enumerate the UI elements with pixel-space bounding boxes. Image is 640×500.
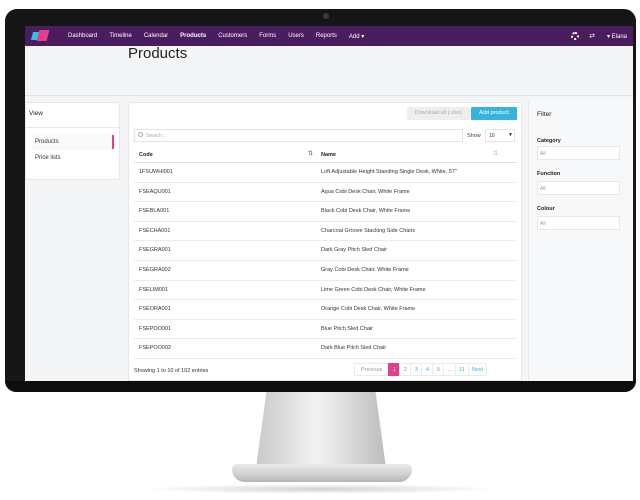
view-item-price-lists[interactable]: Price lists [35, 155, 61, 161]
table-row[interactable]: FSEORA001 Orange Cobi Desk Chair, White F… [134, 300, 517, 320]
cell-name: Gray Cobi Desk Chair, White Frame [321, 266, 409, 273]
nav-item-dashboard[interactable]: Dashboard [68, 33, 97, 40]
table-row[interactable]: FSEBLA001 Black Cobi Desk Chair, White Fr… [134, 202, 517, 222]
filter-colour-value: All [540, 221, 546, 227]
cell-code: FSEBLA001 [139, 208, 170, 215]
nav-right-tools: ⇄ ▾ Elana [571, 26, 627, 46]
search-input[interactable] [146, 130, 446, 141]
cell-name: Blue Pitch Sled Chair [321, 325, 373, 332]
table-row[interactable]: FSEAQU001 Aqua Cobi Desk Chair, White Fra… [134, 183, 517, 203]
cell-name: Loft Adjustable Height Standing Single D… [321, 169, 457, 175]
filter-label-function: Function [537, 171, 561, 177]
entries-info: Showing 1 to 10 of 102 entries [134, 368, 209, 374]
stand-shadow [140, 484, 500, 494]
cell-name: Aqua Cobi Desk Chair, White Frame [321, 188, 410, 195]
cell-code: FSEAQU001 [139, 188, 171, 195]
app-logo[interactable] [30, 29, 50, 43]
filter-label-category: Category [537, 138, 561, 144]
filter-function-value: All [540, 186, 546, 192]
view-item-products[interactable]: Products [35, 139, 59, 145]
cell-code: 1FSUWHI001 [139, 169, 173, 175]
logo-shape-pink [36, 29, 50, 41]
filter-category-value: All [540, 151, 546, 157]
cell-code: FSECHA001 [139, 227, 171, 234]
page-header [25, 46, 633, 96]
cell-name: Lime Green Cobi Desk Chair, White Frame [321, 286, 426, 293]
pagination-page[interactable]: 11 [455, 363, 469, 376]
nav-item-reports[interactable]: Reports [316, 33, 337, 40]
add-product-button[interactable]: Add product [471, 107, 517, 120]
cell-name: Dark Gray Pitch Sled Chair [321, 247, 388, 254]
nav-item-calendar[interactable]: Calendar [144, 33, 168, 40]
filter-function-select[interactable] [537, 181, 620, 195]
user-menu[interactable]: ▾ Elana [607, 33, 627, 40]
monitor-stand-base [232, 464, 412, 482]
sort-icon[interactable]: ⇅ [493, 150, 498, 157]
monitor-chin [5, 381, 636, 392]
top-navbar: Dashboard Timeline Calendar Products Cus… [25, 26, 633, 46]
nav-menu: Dashboard Timeline Calendar Products Cus… [68, 33, 376, 40]
cell-name: Charcoal Groove Stacking Side Chairs [321, 227, 416, 234]
cell-name: Dark Blue Pitch Sled Chair [321, 345, 387, 352]
filter-category-select[interactable] [537, 146, 620, 160]
table-row[interactable]: FSECHA001 Charcoal Groove Stacking Side C… [134, 222, 517, 242]
view-divider [25, 127, 120, 128]
download-all-button[interactable]: Download all (.xlsx) [407, 107, 470, 120]
column-header-name[interactable]: Name [321, 152, 336, 158]
table-row[interactable]: FSEGRA001 Dark Gray Pitch Sled Chair [134, 241, 517, 261]
nav-item-forms[interactable]: Forms [259, 33, 276, 40]
active-indicator [112, 135, 114, 149]
filter-colour-select[interactable] [537, 216, 620, 230]
cell-name: Black Cobi Desk Chair, White Frame [321, 208, 411, 215]
nav-item-users[interactable]: Users [288, 33, 304, 40]
table-row[interactable]: 1FSUWHI001 Loft Adjustable Height Standin… [134, 163, 517, 183]
column-header-code[interactable]: Code [139, 152, 153, 158]
sort-icon[interactable]: ⇅ [308, 150, 313, 157]
cell-code: FSEGRA001 [139, 247, 171, 254]
monitor-stand-neck [256, 392, 386, 468]
filter-title: Filter [537, 111, 552, 118]
show-entries-label: Show [467, 133, 481, 139]
pagination: Previous 1 2 3 4 5 ... 11 Next [354, 363, 488, 376]
chevron-down-icon: ▼ [508, 132, 513, 138]
pagination-previous[interactable]: Previous [354, 363, 390, 376]
nav-item-add-dropdown[interactable]: Add ▾ [349, 33, 364, 40]
gear-icon[interactable] [571, 32, 580, 40]
page-title: Products [128, 45, 188, 62]
cell-code: FSEPOO001 [139, 325, 172, 332]
search-icon [138, 132, 143, 137]
nav-item-timeline[interactable]: Timeline [109, 33, 131, 40]
filter-label-colour: Colour [537, 206, 555, 212]
table-row[interactable]: FSEPOO002 Dark Blue Pitch Sled Chair [134, 339, 517, 359]
cell-code: FSEPOO002 [139, 345, 172, 352]
nav-item-products[interactable]: Products [180, 33, 206, 40]
app-screen: Dashboard Timeline Calendar Products Cus… [25, 26, 633, 381]
cell-code: FSELIM001 [139, 286, 169, 293]
table-row[interactable]: FSELIM001 Lime Green Cobi Desk Chair, Whi… [134, 281, 517, 301]
cell-code: FSEGRA002 [139, 266, 171, 273]
cell-code: FSEORA001 [139, 306, 171, 313]
table-row[interactable]: FSEGRA002 Gray Cobi Desk Chair, White Fra… [134, 261, 517, 281]
products-table-body: 1FSUWHI001 Loft Adjustable Height Standin… [134, 163, 517, 359]
table-row[interactable]: FSEPOO001 Blue Pitch Sled Chair [134, 320, 517, 340]
nav-item-customers[interactable]: Customers [218, 33, 247, 40]
pagination-next[interactable]: Next [467, 363, 488, 376]
cell-name: Orange Cobi Desk Chair, White Frame [321, 306, 416, 313]
webcam-dot [323, 13, 329, 19]
view-panel-title: View [29, 110, 43, 117]
user-switch-icon[interactable]: ⇄ [589, 32, 595, 40]
show-entries-value: 10 [489, 133, 495, 139]
